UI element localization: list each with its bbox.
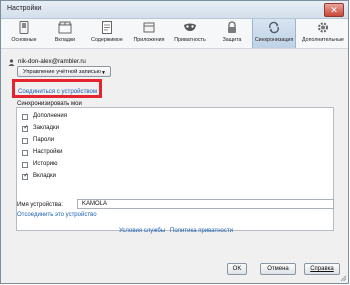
tab-sync[interactable]: Синхронизация: [252, 19, 296, 48]
close-button[interactable]: ✕: [324, 3, 344, 17]
tab-privacy-label: Приватность: [174, 37, 206, 43]
tabs-sync-label: Вкладки: [33, 173, 57, 179]
tabs-checkbox[interactable]: ✓: [22, 173, 29, 180]
sync-item-preferences[interactable]: Настройки: [22, 149, 142, 159]
toggle-switch-icon: [19, 21, 29, 34]
resize-grip-icon[interactable]: [340, 275, 346, 281]
tab-content-label: Содержимое: [91, 37, 123, 43]
sync-item-passwords[interactable]: Пароли: [22, 137, 142, 147]
passwords-label: Пароли: [33, 137, 55, 143]
tab-advanced[interactable]: Дополнительные: [301, 19, 345, 48]
tab-applications-label: Приложения: [133, 37, 165, 43]
document-icon: [102, 21, 112, 34]
passwords-checkbox[interactable]: [22, 138, 28, 144]
history-checkbox[interactable]: [22, 162, 28, 168]
disconnect-device-link[interactable]: Отсоединить это устройство: [17, 212, 97, 218]
window-title: Настройки: [7, 5, 42, 12]
privacy-policy-link[interactable]: Политика приватности: [170, 228, 233, 234]
help-button[interactable]: Справка: [304, 263, 340, 275]
addons-label: Дополнения: [33, 113, 67, 119]
tabs-icon: [58, 21, 72, 34]
connect-device-link[interactable]: Соединиться с устройством: [18, 88, 97, 95]
preferences-toolbar: Основные Вкладки Содержимое Приложения П…: [1, 19, 348, 49]
applications-icon: [143, 22, 155, 33]
cancel-button[interactable]: Отмена: [260, 263, 296, 275]
tab-advanced-label: Дополнительные: [302, 37, 344, 43]
bookmarks-label: Закладки: [33, 125, 59, 131]
sync-item-tabs[interactable]: ✓ Вкладки: [22, 173, 142, 183]
terms-of-service-link[interactable]: Условия службы: [119, 228, 165, 234]
preferences-label: Настройки: [33, 149, 63, 155]
tab-content[interactable]: Содержимое: [88, 19, 126, 48]
account-email: nik-don-alex@rambler.ru: [18, 58, 86, 65]
device-name-label: Имя устройства:: [17, 202, 63, 208]
ok-button[interactable]: OK: [227, 263, 247, 275]
sync-icon: [269, 21, 279, 34]
tab-general[interactable]: Основные: [5, 19, 43, 48]
addons-checkbox[interactable]: [22, 114, 28, 120]
tab-tabs-label: Вкладки: [54, 37, 76, 43]
sync-item-addons[interactable]: Дополнения: [22, 113, 142, 123]
bookmarks-checkbox[interactable]: ✓: [22, 125, 29, 132]
lock-icon: [228, 21, 236, 33]
tab-privacy[interactable]: Приватность: [171, 19, 209, 48]
close-icon: ✕: [330, 5, 338, 15]
checkmark-icon: ✓: [23, 173, 29, 179]
tab-applications[interactable]: Приложения: [130, 19, 168, 48]
manage-account-dropdown[interactable]: Управление учётной записью ▼: [17, 66, 111, 77]
history-label: Историю: [33, 161, 58, 167]
title-bar: Настройки ✕: [1, 1, 348, 19]
mask-icon: [184, 23, 196, 31]
tab-general-label: Основные: [11, 37, 37, 43]
tab-tabs[interactable]: Вкладки: [46, 19, 84, 48]
preferences-checkbox[interactable]: [22, 150, 28, 156]
gear-icon: [318, 22, 328, 33]
sync-panel: nik-don-alex@rambler.ru Управление учётн…: [1, 49, 348, 261]
sync-item-bookmarks[interactable]: ✓ Закладки: [22, 125, 142, 135]
device-name-input[interactable]: KAMOLA: [77, 199, 334, 209]
chevron-down-icon: ▼: [101, 70, 106, 76]
settings-window: Настройки ✕ Основные Вкладки Содержимое …: [0, 0, 349, 284]
sync-item-history[interactable]: Историю: [22, 161, 142, 171]
user-icon: [8, 59, 15, 66]
tab-sync-label: Синхронизация: [254, 37, 294, 43]
tab-security-label: Защита: [222, 37, 242, 43]
tab-security[interactable]: Защита: [213, 19, 251, 48]
manage-account-label: Управление учётной записью: [23, 68, 101, 75]
checkmark-icon: ✓: [23, 125, 29, 131]
device-name-value: KAMOLA: [82, 201, 108, 207]
